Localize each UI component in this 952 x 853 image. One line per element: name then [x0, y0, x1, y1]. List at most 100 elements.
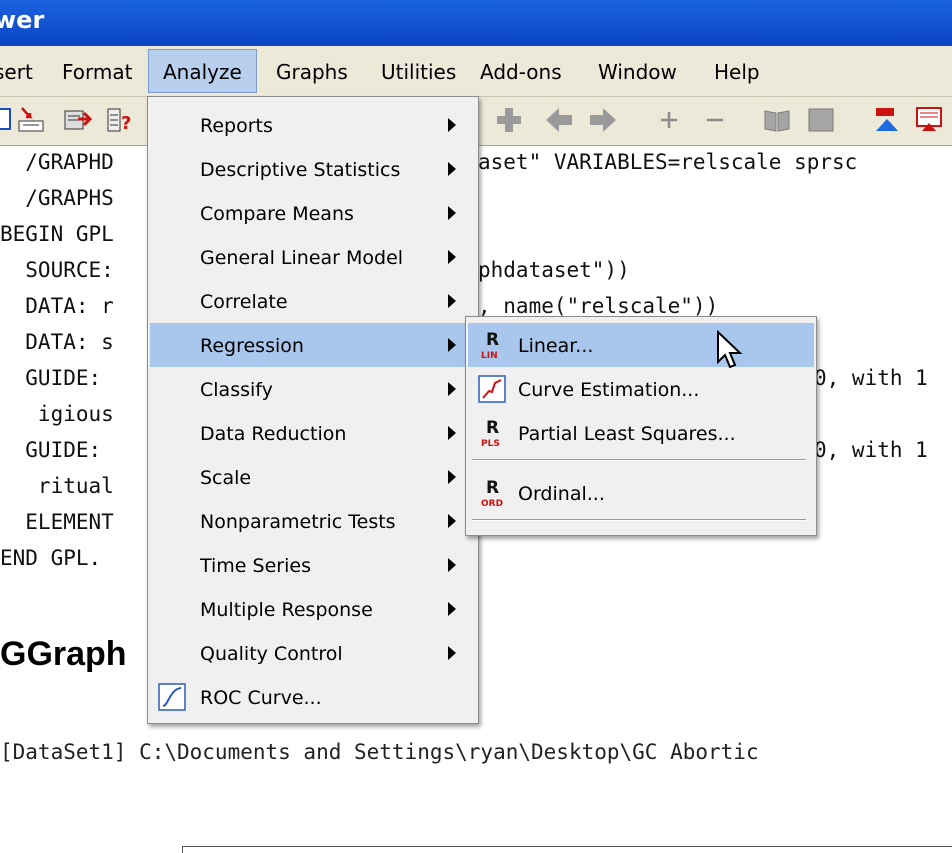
icon-letter: R: [486, 330, 499, 350]
menu-item-classify[interactable]: Classify: [150, 367, 476, 411]
curve-estimation-icon: [478, 375, 506, 403]
submenu-item-partial-least-squares[interactable]: R PLS Partial Least Squares...: [468, 411, 814, 455]
menu-utilities[interactable]: Utilities: [381, 60, 456, 84]
code-line: GUIDE:: [0, 438, 114, 462]
code-line: igious: [0, 402, 114, 426]
submenu-item-linear[interactable]: R LIN Linear...: [468, 323, 814, 367]
output-heading: GGraph: [0, 635, 127, 673]
submenu-arrow-icon: [448, 382, 456, 396]
menu-item-label: Correlate: [200, 291, 288, 313]
menu-item-label: Multiple Response: [200, 599, 373, 621]
analyze-menu: Reports Descriptive Statistics Compare M…: [147, 96, 479, 724]
expand-icon[interactable]: [654, 105, 684, 135]
code-line: DATA: s: [0, 330, 114, 354]
add-icon[interactable]: [494, 105, 524, 135]
menu-graphs[interactable]: Graphs: [276, 60, 348, 84]
submenu-arrow-icon: [448, 206, 456, 220]
back-arrow-icon[interactable]: [544, 105, 574, 135]
dataset-path: [DataSet1] C:\Documents and Settings\rya…: [0, 740, 759, 764]
menu-item-label: Descriptive Statistics: [200, 159, 401, 181]
menu-window[interactable]: Window: [598, 60, 677, 84]
collapse-icon[interactable]: [700, 105, 730, 135]
code-line-right: 0, with 1: [814, 366, 928, 390]
code-line: BEGIN GPL: [0, 222, 114, 246]
submenu-arrow-icon: [448, 646, 456, 660]
menu-item-regression[interactable]: Regression: [150, 323, 476, 367]
code-line: END GPL.: [0, 546, 102, 570]
code-line: GUIDE:: [0, 366, 114, 390]
linear-regression-icon: RLIN: [481, 330, 499, 361]
menu-item-label: Compare Means: [200, 203, 354, 225]
submenu-arrow-icon: [448, 558, 456, 572]
menu-item-label: Nonparametric Tests: [200, 511, 396, 533]
menu-item-label: Classify: [200, 379, 273, 401]
code-line-right: , name("relscale")): [478, 294, 719, 318]
icon-text: LIN: [481, 351, 498, 361]
code-line: SOURCE:: [0, 258, 114, 282]
show-icon[interactable]: [762, 105, 792, 135]
submenu-arrow-icon: [448, 294, 456, 308]
menu-item-nonparametric-tests[interactable]: Nonparametric Tests: [150, 499, 476, 543]
submenu-arrow-icon: [448, 470, 456, 484]
menu-item-data-reduction[interactable]: Data Reduction: [150, 411, 476, 455]
menu-item-label: Reports: [200, 115, 273, 137]
submenu-item-ordinal[interactable]: R ORD Ordinal...: [468, 471, 814, 515]
menu-item-label: Scale: [200, 467, 252, 489]
submenu-item-label: Ordinal...: [518, 483, 605, 505]
submenu-item-label: Partial Least Squares...: [518, 423, 736, 445]
promote-icon[interactable]: [914, 105, 944, 135]
title-bar: wer: [0, 0, 952, 46]
icon-text: PLS: [481, 439, 500, 449]
code-line: /GRAPHS: [0, 186, 114, 210]
submenu-arrow-icon: [448, 250, 456, 264]
menu-item-reports[interactable]: Reports: [150, 103, 476, 147]
variables-icon[interactable]: ?: [104, 105, 134, 135]
menu-separator: [472, 459, 806, 461]
roc-curve-icon: [158, 683, 186, 711]
icon-letter: R: [486, 478, 499, 498]
menu-item-quality-control[interactable]: Quality Control: [150, 631, 476, 675]
menu-format[interactable]: Format: [62, 60, 132, 84]
menu-item-scale[interactable]: Scale: [150, 455, 476, 499]
code-line: ritual: [0, 474, 114, 498]
code-line-right: aset" VARIABLES=relscale sprsc: [478, 150, 858, 174]
menu-item-general-linear-model[interactable]: General Linear Model: [150, 235, 476, 279]
code-line: DATA: r: [0, 294, 114, 318]
forward-arrow-icon[interactable]: [588, 105, 618, 135]
submenu-arrow-icon: [448, 338, 456, 352]
submenu-item-label: Linear...: [518, 335, 594, 357]
menu-add-ons[interactable]: Add-ons: [480, 60, 562, 84]
menu-help[interactable]: Help: [714, 60, 760, 84]
menu-item-descriptive-statistics[interactable]: Descriptive Statistics: [150, 147, 476, 191]
menu-analyze[interactable]: Analyze: [148, 49, 257, 93]
hide-icon[interactable]: [806, 105, 836, 135]
submenu-arrow-icon: [448, 426, 456, 440]
submenu-arrow-icon: [448, 118, 456, 132]
menu-item-correlate[interactable]: Correlate: [150, 279, 476, 323]
export-icon[interactable]: [62, 105, 92, 135]
menu-item-multiple-response[interactable]: Multiple Response: [150, 587, 476, 631]
menu-item-roc-curve[interactable]: ROC Curve...: [150, 675, 476, 719]
menu-item-label: Time Series: [200, 555, 311, 577]
menu-separator: [472, 519, 806, 521]
code-line: /GRAPHD: [0, 150, 114, 174]
svg-text:?: ?: [121, 113, 131, 134]
goto-case-icon[interactable]: [16, 105, 46, 135]
code-line-right: 0, with 1: [814, 438, 928, 462]
icon-text: ORD: [481, 499, 503, 509]
demote-icon[interactable]: [872, 105, 902, 135]
submenu-arrow-icon: [448, 514, 456, 528]
menu-item-label: General Linear Model: [200, 247, 404, 269]
mouse-cursor-icon: [717, 330, 743, 369]
menu-insert[interactable]: sert: [0, 60, 33, 84]
menu-bar: sert Format Analyze Graphs Utilities Add…: [0, 46, 952, 97]
ordinal-regression-icon: RORD: [481, 478, 503, 509]
menu-item-label: ROC Curve...: [200, 687, 322, 709]
menu-item-label: Regression: [200, 335, 304, 357]
code-line-right: phdataset")): [478, 258, 630, 282]
icon-letter: R: [486, 418, 499, 438]
submenu-item-curve-estimation[interactable]: Curve Estimation...: [468, 367, 814, 411]
menu-item-compare-means[interactable]: Compare Means: [150, 191, 476, 235]
menu-item-time-series[interactable]: Time Series: [150, 543, 476, 587]
partial-least-squares-icon: RPLS: [481, 418, 500, 449]
